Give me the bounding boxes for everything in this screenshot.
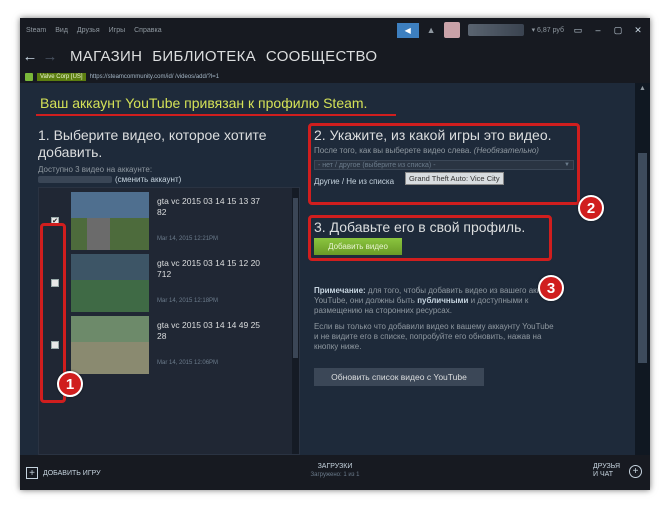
thumb-road xyxy=(86,218,110,250)
steam-window: Steam Вид Друзья Игры Справка ◀ ▲ ▾ 6,87… xyxy=(20,18,650,490)
back-arrow-icon[interactable]: ← xyxy=(20,48,40,65)
friends-chat-button[interactable]: ДРУЗЬЯ И ЧАТ + xyxy=(593,463,642,479)
video-list: ✔ gta vc 2015 03 14 15 13 37 82 Mar 14, … xyxy=(38,187,300,455)
annotation-badge-2: 2 xyxy=(578,195,604,221)
change-account-link[interactable]: (сменить аккаунт) xyxy=(115,175,181,184)
note-label: Примечание: xyxy=(314,286,366,295)
thumb-sky xyxy=(71,192,149,219)
refresh-videos-button[interactable]: Обновить список видео с YouTube xyxy=(314,368,484,386)
list-item[interactable]: ✔ gta vc 2015 03 14 15 13 37 82 Mar 14, … xyxy=(39,192,293,252)
menu-games[interactable]: Игры xyxy=(109,27,126,34)
add-game-button[interactable]: + ДОБАВИТЬ ИГРУ xyxy=(26,467,101,479)
certificate-badge[interactable]: Valve Corp [US] xyxy=(37,72,86,81)
video-date: Mar 14, 2015 12:18PM xyxy=(157,298,219,304)
friends-chat-label: ДРУЗЬЯ И ЧАТ xyxy=(593,463,621,478)
note-text: Примечание: для того, чтобы добавить вид… xyxy=(314,286,574,316)
menu-friends[interactable]: Друзья xyxy=(77,27,100,34)
menu-bar: Steam Вид Друзья Игры Справка xyxy=(20,27,162,34)
video-thumbnail[interactable] xyxy=(71,316,149,374)
video-thumbnail[interactable] xyxy=(71,192,149,250)
annotation-box-3 xyxy=(308,215,552,261)
video-date: Mar 14, 2015 12:06PM xyxy=(157,360,219,366)
video-title: gta vc 2015 03 14 14 49 25 28 xyxy=(157,320,261,341)
step1-title: 1. Выберите видео, которое хотите добави… xyxy=(38,127,267,160)
maximize-button[interactable]: ▢ xyxy=(612,25,624,36)
menu-steam[interactable]: Steam xyxy=(26,27,46,34)
video-title: gta vc 2015 03 14 15 12 20 712 xyxy=(157,258,261,279)
screen-mode-button[interactable]: ▭ xyxy=(572,25,584,36)
wallet-balance[interactable]: ▾ 6,87 руб xyxy=(532,26,564,34)
note-bold-public: публичными xyxy=(417,296,469,305)
plus-icon: + xyxy=(26,467,38,479)
megaphone-icon: ◀ xyxy=(404,25,411,35)
scroll-up-icon[interactable]: ▲ xyxy=(639,85,646,92)
account-line: (сменить аккаунт) xyxy=(38,175,181,184)
avatar[interactable] xyxy=(443,22,460,38)
nav-bar: ← → МАГАЗИН БИБЛИОТЕКА СООБЩЕСТВО xyxy=(20,42,650,70)
url-text[interactable]: https://steamcommunity.com/id/ /videos/a… xyxy=(90,74,219,80)
add-friend-icon: + xyxy=(629,464,642,478)
minimize-button[interactable]: – xyxy=(592,25,604,35)
add-game-label: ДОБАВИТЬ ИГРУ xyxy=(43,469,101,477)
titlebar-right: ◀ ▲ ▾ 6,87 руб ▭ – ▢ ✕ xyxy=(396,18,650,42)
annotation-badge-1: 1 xyxy=(57,371,83,397)
youtube-account-blurred xyxy=(38,176,112,183)
downloads-title: ЗАГРУЗКИ xyxy=(317,463,353,470)
video-list-scrollbar[interactable] xyxy=(292,188,299,454)
nav-links: МАГАЗИН БИБЛИОТЕКА СООБЩЕСТВО xyxy=(70,48,377,65)
big-picture-button[interactable]: ◀ xyxy=(396,22,419,38)
menu-help[interactable]: Справка xyxy=(134,27,161,34)
nav-community[interactable]: СООБЩЕСТВО xyxy=(266,48,377,65)
lock-icon xyxy=(25,72,33,81)
annotation-box-2 xyxy=(308,123,580,205)
menu-view[interactable]: Вид xyxy=(55,27,68,34)
nav-library[interactable]: БИБЛИОТЕКА xyxy=(152,48,256,65)
page-scrollbar[interactable]: ▲ xyxy=(635,83,650,455)
title-bar: Steam Вид Друзья Игры Справка ◀ ▲ ▾ 6,87… xyxy=(20,18,650,42)
youtube-linked-banner: Ваш аккаунт YouTube привязан к профилю S… xyxy=(40,95,368,111)
forward-arrow-icon[interactable]: → xyxy=(40,48,60,65)
thumb-ground xyxy=(71,342,149,374)
close-button[interactable]: ✕ xyxy=(632,25,644,36)
thumb-ground xyxy=(71,280,149,312)
video-list-scroll-thumb[interactable] xyxy=(293,198,298,358)
url-bar: Valve Corp [US] https://steamcommunity.c… xyxy=(20,70,650,83)
video-title: gta vc 2015 03 14 15 13 37 82 xyxy=(157,196,261,217)
video-date: Mar 14, 2015 12:21PM xyxy=(157,236,219,242)
banner-red-underline xyxy=(36,114,396,116)
page-scroll-thumb[interactable] xyxy=(638,153,647,363)
list-item[interactable]: gta vc 2015 03 14 14 49 25 28 Mar 14, 20… xyxy=(39,316,293,376)
notifications-icon[interactable]: ▲ xyxy=(427,25,436,35)
account-name-blurred[interactable] xyxy=(467,24,524,36)
nav-store[interactable]: МАГАЗИН xyxy=(70,48,142,65)
available-videos-text: Доступно 3 видео на аккаунте: xyxy=(38,165,153,174)
footer-bar: + ДОБАВИТЬ ИГРУ ЗАГРУЗКИ Загружено: 1 из… xyxy=(20,455,650,490)
thumb-sky xyxy=(71,254,149,281)
page-content: Ваш аккаунт YouTube привязан к профилю S… xyxy=(20,83,635,455)
video-thumbnail[interactable] xyxy=(71,254,149,312)
thumb-ground xyxy=(71,218,149,250)
downloads-subtitle: Загружено: 1 из 1 xyxy=(310,472,360,478)
thumb-sky xyxy=(71,316,149,343)
downloads-status[interactable]: ЗАГРУЗКИ Загружено: 1 из 1 xyxy=(290,463,380,478)
refresh-hint: Если вы только что добавили видео к ваше… xyxy=(314,322,554,351)
annotation-badge-3: 3 xyxy=(538,275,564,301)
list-item[interactable]: gta vc 2015 03 14 15 12 20 712 Mar 14, 2… xyxy=(39,254,293,314)
